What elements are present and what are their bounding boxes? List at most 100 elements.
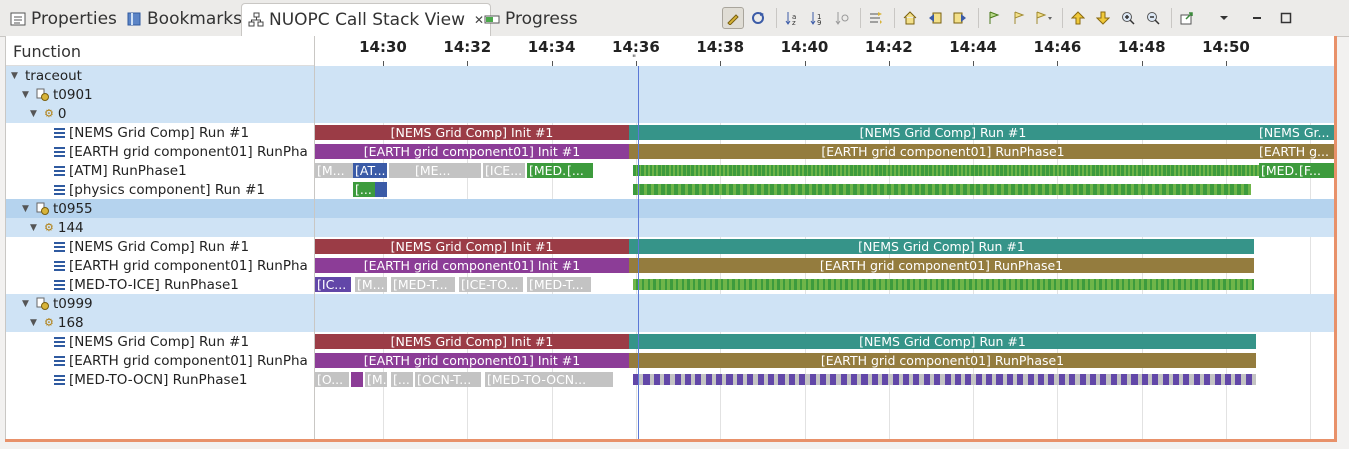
zoom-in-icon[interactable] <box>1117 7 1139 29</box>
event-state[interactable] <box>717 279 722 290</box>
event-state[interactable] <box>966 279 970 290</box>
event-state[interactable] <box>811 184 816 195</box>
event-state[interactable] <box>715 184 720 195</box>
event-state[interactable] <box>741 165 744 176</box>
event-state[interactable] <box>1056 279 1060 290</box>
event-state[interactable] <box>1217 165 1220 176</box>
event-state[interactable] <box>745 165 749 176</box>
show-legend-icon[interactable] <box>865 7 887 29</box>
event-state[interactable] <box>1183 374 1190 385</box>
event-state[interactable] <box>770 165 774 176</box>
event-state[interactable] <box>879 165 882 176</box>
event-state[interactable] <box>1071 165 1074 176</box>
event-state[interactable] <box>825 165 828 176</box>
function-call-bar[interactable]: [EARTH g... <box>1257 144 1336 159</box>
event-state[interactable] <box>1231 279 1235 290</box>
event-state[interactable] <box>1125 165 1128 176</box>
event-state[interactable] <box>1223 184 1228 195</box>
event-state[interactable] <box>1230 184 1235 195</box>
event-state[interactable] <box>1101 279 1105 290</box>
event-state[interactable] <box>1067 165 1070 176</box>
event-state[interactable] <box>925 165 928 176</box>
event-state[interactable] <box>1237 184 1242 195</box>
event-state[interactable] <box>749 165 753 176</box>
event-state[interactable] <box>1046 165 1049 176</box>
event-state[interactable] <box>1200 165 1204 176</box>
event-state[interactable] <box>1127 184 1132 195</box>
event-state[interactable] <box>653 374 660 385</box>
event-state[interactable] <box>687 165 690 176</box>
event-state[interactable] <box>895 165 899 176</box>
function-call-bar[interactable]: [NEMS Grid Comp] Init #1 <box>315 239 629 254</box>
event-state[interactable] <box>633 184 638 195</box>
event-state[interactable] <box>1193 374 1200 385</box>
event-state[interactable] <box>1104 165 1108 176</box>
event-state[interactable] <box>674 165 678 176</box>
event-state[interactable] <box>1154 165 1158 176</box>
event-state[interactable] <box>1090 279 1094 290</box>
event-state[interactable] <box>1250 165 1254 176</box>
function-call-bar[interactable] <box>389 163 413 178</box>
function-call-bar[interactable]: [ICE-TO... <box>459 277 523 292</box>
event-state[interactable] <box>1113 184 1118 195</box>
tab-properties[interactable]: Properties <box>4 3 123 34</box>
event-state[interactable] <box>1084 279 1088 290</box>
event-state[interactable] <box>1141 374 1148 385</box>
event-state[interactable] <box>1045 279 1049 290</box>
event-state[interactable] <box>990 184 995 195</box>
event-state[interactable] <box>641 165 644 176</box>
event-state[interactable] <box>1196 184 1201 195</box>
event-state[interactable] <box>898 279 902 290</box>
event-state[interactable] <box>1169 279 1173 290</box>
event-state[interactable] <box>1214 374 1221 385</box>
event-state[interactable] <box>883 165 886 176</box>
event-state[interactable] <box>1202 184 1207 195</box>
event-state[interactable] <box>664 374 671 385</box>
next-event-icon[interactable] <box>949 7 971 29</box>
event-state[interactable] <box>808 279 812 290</box>
event-state[interactable] <box>712 165 715 176</box>
event-state[interactable] <box>1134 184 1139 195</box>
event-state[interactable] <box>929 165 932 176</box>
event-state[interactable] <box>965 374 972 385</box>
event-state[interactable] <box>1017 374 1024 385</box>
event-state[interactable] <box>1121 374 1128 385</box>
event-state[interactable] <box>900 184 905 195</box>
event-state[interactable] <box>802 279 806 290</box>
maximize-icon[interactable] <box>1275 7 1297 29</box>
event-state[interactable] <box>1038 184 1043 195</box>
event-state[interactable] <box>691 165 694 176</box>
event-state[interactable] <box>751 279 755 290</box>
event-state[interactable] <box>937 165 941 176</box>
event-state[interactable] <box>908 165 911 176</box>
event-state[interactable] <box>653 184 658 195</box>
event-state[interactable] <box>907 184 912 195</box>
event-state[interactable] <box>935 184 940 195</box>
event-state[interactable] <box>1135 279 1139 290</box>
event-state[interactable] <box>796 279 801 290</box>
event-state[interactable] <box>840 374 847 385</box>
event-state[interactable] <box>645 165 648 176</box>
event-state[interactable] <box>880 184 885 195</box>
event-state[interactable] <box>1246 165 1249 176</box>
event-state[interactable] <box>687 184 692 195</box>
event-state[interactable] <box>804 184 809 195</box>
event-state[interactable] <box>1005 279 1009 290</box>
event-state[interactable] <box>723 279 727 290</box>
function-call-bar[interactable]: [NEMS Gr... <box>1257 125 1336 140</box>
event-state[interactable] <box>955 184 960 195</box>
event-state[interactable] <box>904 279 908 290</box>
event-state[interactable] <box>1224 374 1232 385</box>
event-state[interactable] <box>847 279 851 290</box>
event-state[interactable] <box>1108 165 1112 176</box>
event-state[interactable] <box>1117 165 1120 176</box>
event-state[interactable] <box>804 165 807 176</box>
event-state[interactable] <box>996 165 999 176</box>
event-state[interactable] <box>1167 165 1170 176</box>
event-state[interactable] <box>1171 165 1174 176</box>
event-state[interactable] <box>954 374 962 385</box>
event-state[interactable] <box>1048 374 1055 385</box>
event-state[interactable] <box>633 279 637 290</box>
function-call-bar[interactable]: [IC... <box>315 277 351 292</box>
event-state[interactable] <box>672 279 676 290</box>
